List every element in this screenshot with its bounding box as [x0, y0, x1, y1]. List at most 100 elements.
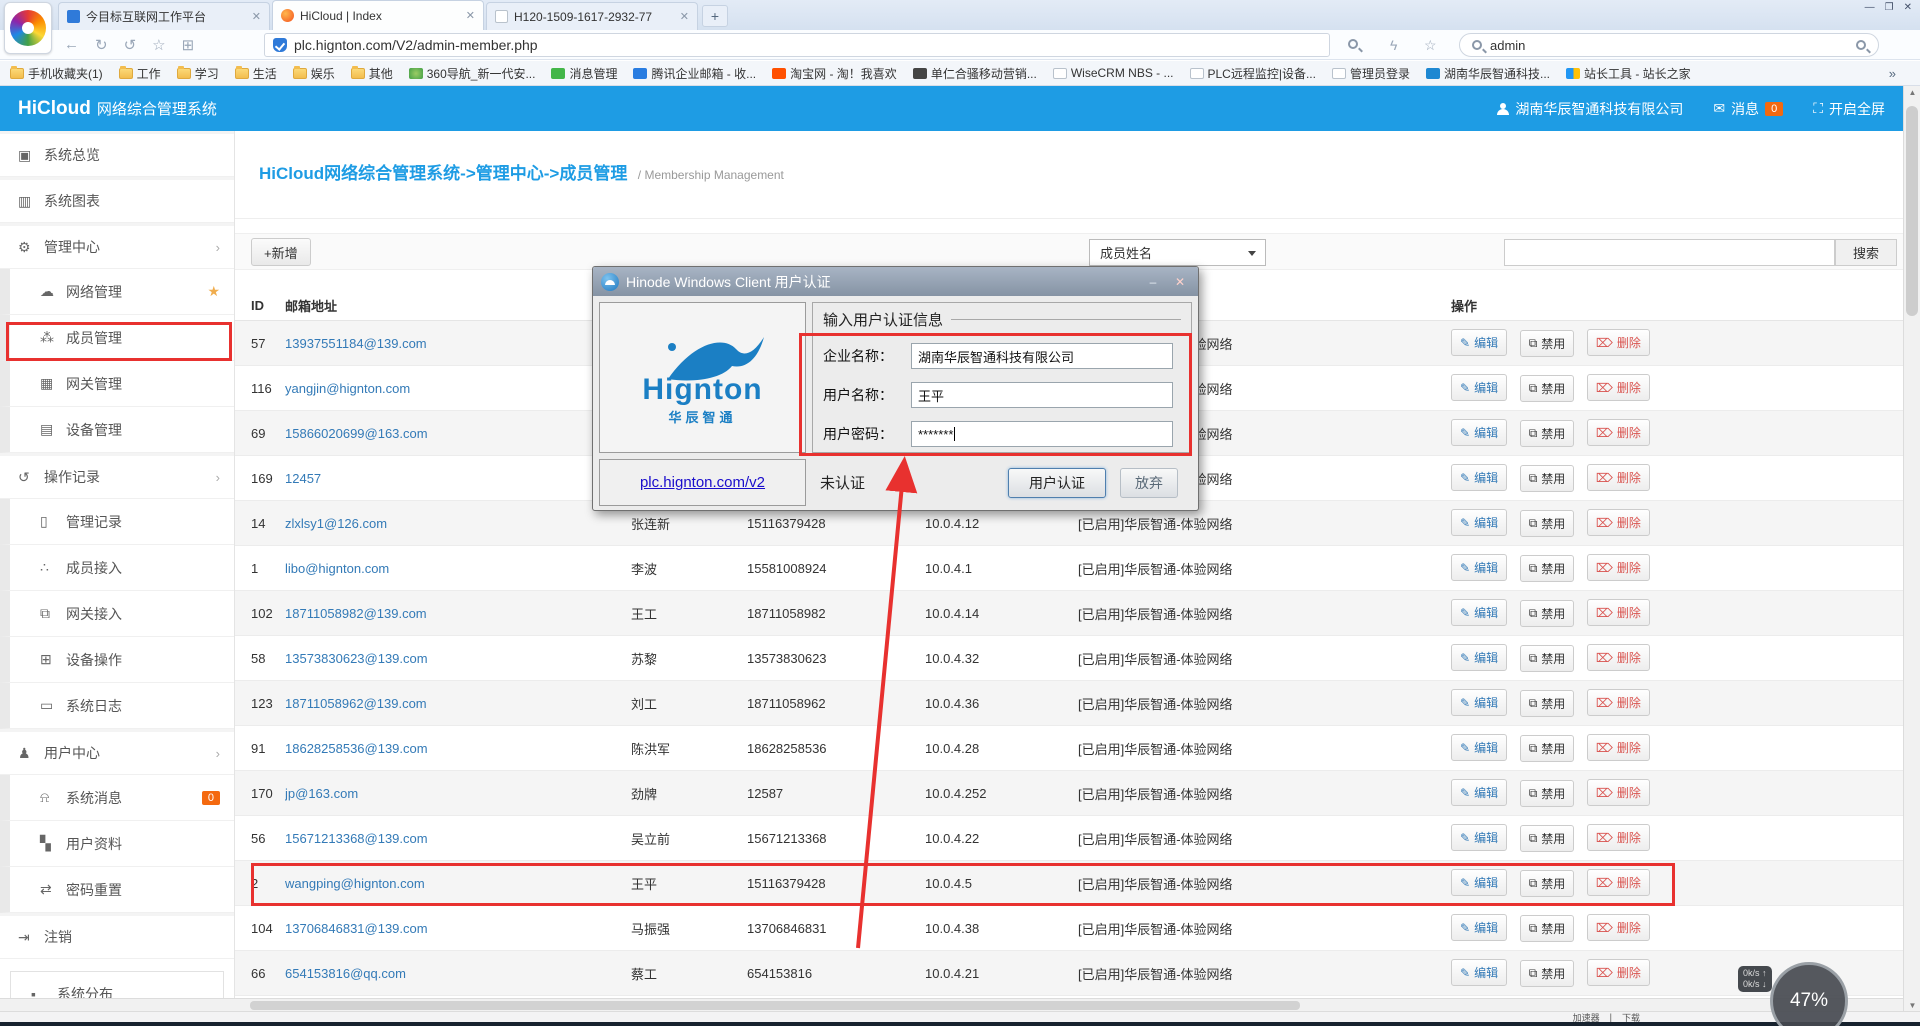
table-row[interactable]: 56 15671213368@139.com 吴立前 15671213368 1… — [235, 816, 1903, 861]
hscrollbar-thumb[interactable] — [250, 1001, 1300, 1010]
sidebar-item[interactable]: ☁ 网络管理 › ★ — [0, 269, 234, 315]
browser-tab[interactable]: 今目标互联网工作平台 ✕ — [58, 2, 270, 30]
window-minimize-icon[interactable]: — — [1865, 2, 1875, 13]
sidebar-item[interactable]: ⇄ 密码重置 › ★ — [0, 867, 234, 913]
edit-button[interactable]: ✎编辑 — [1451, 689, 1507, 716]
search-button[interactable]: 搜索 — [1835, 239, 1897, 266]
bookmark[interactable]: 360导航_新一代安... — [409, 65, 536, 82]
edit-button[interactable]: ✎编辑 — [1451, 959, 1507, 986]
member-email-link[interactable]: zlxlsy1@126.com — [285, 516, 631, 531]
bookmark[interactable]: 淘宝网 - 淘！我喜欢 — [772, 65, 897, 82]
delete-button[interactable]: ⌦删除 — [1587, 599, 1650, 626]
bookmark[interactable]: 手机收藏夹(1) — [10, 65, 103, 82]
bookmark[interactable]: 学习 — [177, 65, 219, 82]
disable-button[interactable]: ⧉禁用 — [1520, 645, 1575, 672]
member-email-link[interactable]: 13573830623@139.com — [285, 651, 631, 666]
edit-button[interactable]: ✎编辑 — [1451, 554, 1507, 581]
sidebar-item[interactable]: ▚ 用户资料 › ★ — [0, 821, 234, 867]
sidebar-item[interactable]: ⚙ 管理中心 › ★ — [0, 223, 234, 269]
edit-button[interactable]: ✎编辑 — [1451, 734, 1507, 761]
table-row[interactable]: 91 18628258536@139.com 陈洪军 18628258536 1… — [235, 726, 1903, 771]
disable-button[interactable]: ⧉禁用 — [1520, 690, 1575, 717]
download-item[interactable]: 下载 — [1622, 1011, 1640, 1022]
browser-tab[interactable]: H120-1509-1617-2932-77 ✕ — [486, 2, 698, 30]
disable-button[interactable]: ⧉禁用 — [1520, 735, 1575, 762]
delete-button[interactable]: ⌦删除 — [1587, 959, 1650, 986]
disable-button[interactable]: ⧉禁用 — [1520, 375, 1575, 402]
table-row[interactable]: 123 18711058962@139.com 刘工 18711058962 1… — [235, 681, 1903, 726]
sidebar-item[interactable]: ⁂ 成员管理 › ★ — [0, 315, 234, 361]
abandon-button[interactable]: 放弃 — [1120, 468, 1178, 498]
browser-search-box[interactable]: admin — [1459, 33, 1879, 57]
member-email-link[interactable]: 654153816@qq.com — [285, 966, 631, 981]
edit-button[interactable]: ✎编辑 — [1451, 644, 1507, 671]
fullscreen-toggle[interactable]: ⛶ 开启全屏 — [1813, 99, 1885, 119]
find-in-page-icon[interactable] — [1348, 39, 1358, 49]
sidebar-item[interactable]: ↺ 操作记录 › ★ — [0, 453, 234, 499]
search-query-text[interactable]: admin — [1490, 38, 1848, 53]
member-email-link[interactable]: 13706846831@139.com — [285, 921, 631, 936]
delete-button[interactable]: ⌦删除 — [1587, 914, 1650, 941]
disable-button[interactable]: ⧉禁用 — [1520, 330, 1575, 357]
scrollbar-thumb[interactable] — [1906, 106, 1918, 316]
disable-button[interactable]: ⧉禁用 — [1520, 465, 1575, 492]
tab-close-icon[interactable]: ✕ — [466, 9, 475, 22]
member-email-link[interactable]: 18711058982@139.com — [285, 606, 631, 621]
delete-button[interactable]: ⌦删除 — [1587, 644, 1650, 671]
sidebar-item[interactable]: ⊞ 设备操作 › ★ — [0, 637, 234, 683]
disable-button[interactable]: ⧉禁用 — [1520, 780, 1575, 807]
disable-button[interactable]: ⧉禁用 — [1520, 420, 1575, 447]
delete-button[interactable]: ⌦删除 — [1587, 464, 1650, 491]
bookmark[interactable]: 生活 — [235, 65, 277, 82]
disable-button[interactable]: ⧉禁用 — [1520, 915, 1575, 942]
sidebar-item[interactable]: ♟ 用户中心 › ★ — [0, 729, 234, 775]
table-row[interactable]: 58 13573830623@139.com 苏黎 13573830623 10… — [235, 636, 1903, 681]
disable-button[interactable]: ⧉禁用 — [1520, 825, 1575, 852]
table-row[interactable]: 1 libo@hignton.com 李波 15581008924 10.0.4… — [235, 546, 1903, 591]
collect-star-icon[interactable]: ☆ — [1424, 37, 1437, 54]
header-company[interactable]: 湖南华辰智通科技有限公司 — [1497, 99, 1683, 119]
sidebar-item[interactable]: ▥ 系统图表 › ★ — [0, 177, 234, 223]
dialog-minimize-icon[interactable]: – — [1143, 275, 1163, 289]
sidebar-item[interactable]: ⍾ 系统消息 › ★ 0 — [0, 775, 234, 821]
member-email-link[interactable]: 18711058962@139.com — [285, 696, 631, 711]
portal-link[interactable]: plc.hignton.com/v2 — [640, 474, 765, 491]
authenticate-button[interactable]: 用户认证 — [1008, 468, 1106, 498]
member-email-link[interactable]: wangping@hignton.com — [285, 876, 631, 891]
delete-button[interactable]: ⌦删除 — [1587, 509, 1650, 536]
edit-button[interactable]: ✎编辑 — [1451, 779, 1507, 806]
table-row[interactable]: 102 18711058982@139.com 王工 18711058982 1… — [235, 591, 1903, 636]
dialog-titlebar[interactable]: Hinode Windows Client 用户认证 – ✕ — [593, 267, 1198, 296]
disable-button[interactable]: ⧉禁用 — [1520, 555, 1575, 582]
sidebar-item[interactable]: ▤ 设备管理 › ★ — [0, 407, 234, 453]
field-input[interactable]: 王平 — [911, 382, 1173, 408]
member-email-link[interactable]: libo@hignton.com — [285, 561, 631, 576]
edit-button[interactable]: ✎编辑 — [1451, 914, 1507, 941]
delete-button[interactable]: ⌦删除 — [1587, 824, 1650, 851]
disable-button[interactable]: ⧉禁用 — [1520, 960, 1575, 987]
bookmark[interactable]: 管理员登录 — [1332, 65, 1410, 82]
edit-button[interactable]: ✎编辑 — [1451, 374, 1507, 401]
back-icon[interactable]: ← — [64, 36, 79, 53]
address-bar[interactable]: plc.hignton.com/V2/admin-member.php — [264, 33, 1330, 57]
edit-button[interactable]: ✎编辑 — [1451, 824, 1507, 851]
disable-button[interactable]: ⧉禁用 — [1520, 600, 1575, 627]
url-text[interactable]: plc.hignton.com/V2/admin-member.php — [294, 37, 538, 53]
edit-button[interactable]: ✎编辑 — [1451, 599, 1507, 626]
delete-button[interactable]: ⌦删除 — [1587, 689, 1650, 716]
delete-button[interactable]: ⌦删除 — [1587, 779, 1650, 806]
sidebar-item[interactable]: ▯ 管理记录 › ★ — [0, 499, 234, 545]
vertical-scrollbar[interactable]: ▲ ▼ — [1903, 86, 1920, 1012]
sidebar-item[interactable]: ⇥ 注销 › ★ — [0, 913, 234, 959]
favorite-icon[interactable]: ☆ — [152, 36, 165, 54]
reload-icon[interactable]: ↻ — [95, 36, 108, 54]
header-messages[interactable]: ✉ 消息 0 — [1713, 99, 1783, 119]
table-row[interactable]: 66 654153816@qq.com 蔡工 654153816 10.0.4.… — [235, 951, 1903, 996]
member-email-link[interactable]: jp@163.com — [285, 786, 631, 801]
horizontal-scrollbar[interactable] — [0, 998, 1903, 1011]
filter-select[interactable]: 成员姓名 — [1089, 239, 1266, 266]
bookmark[interactable]: 腾讯企业邮箱 - 收... — [633, 65, 756, 82]
window-close-icon[interactable]: ✕ — [1904, 2, 1912, 13]
bookmark[interactable]: 娱乐 — [293, 65, 335, 82]
new-tab-button[interactable]: + — [702, 5, 728, 27]
